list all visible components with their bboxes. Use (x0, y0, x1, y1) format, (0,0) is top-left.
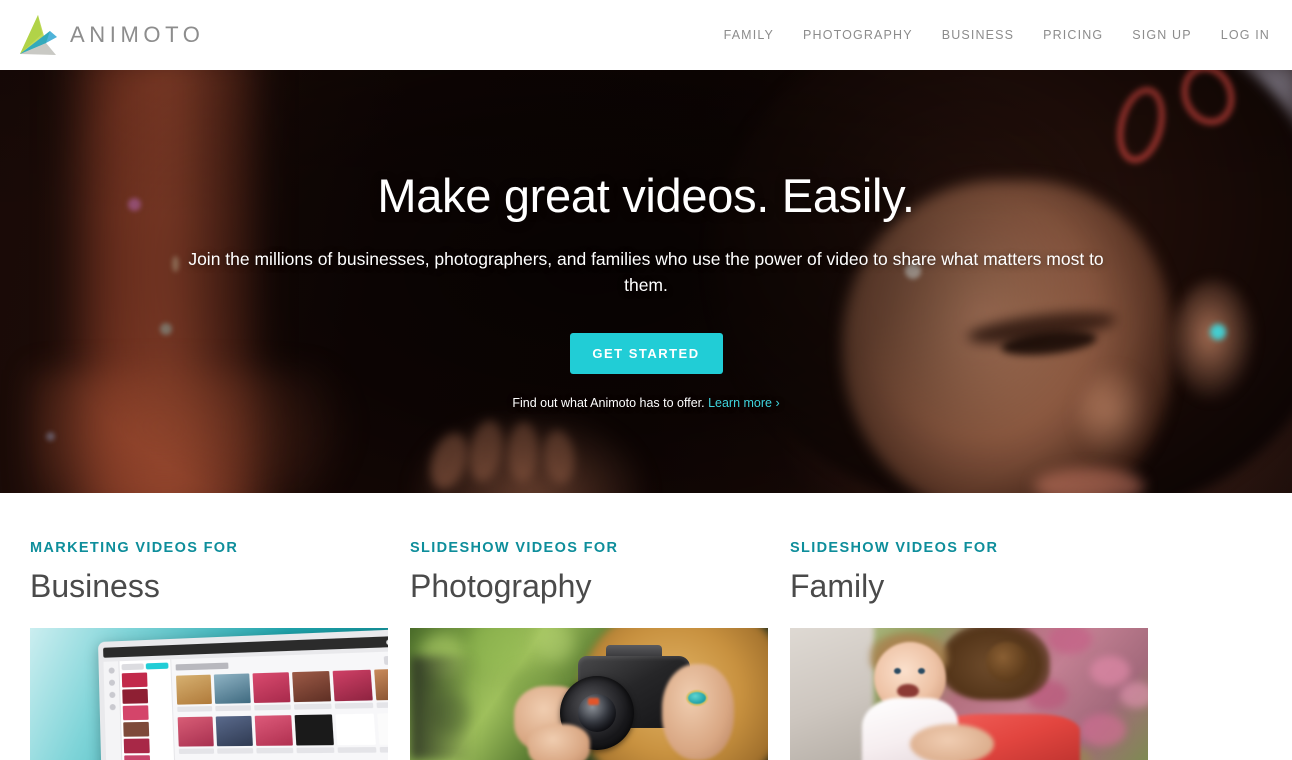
card-family-title: Family (790, 567, 885, 604)
learn-more-link[interactable]: Learn more › (708, 396, 780, 410)
hero-subtitle: Join the millions of businesses, photogr… (188, 248, 1104, 295)
hero-note-text: Find out what Animoto has to offer. (512, 396, 705, 411)
hero-title: Make great videos. Easily. (377, 169, 915, 222)
card-business-image[interactable] (30, 628, 388, 760)
nav-item-pricing[interactable]: PRICING (1043, 28, 1103, 42)
get-started-button[interactable]: GET STARTED (569, 333, 723, 375)
primary-navigation: FAMILY PHOTOGRAPHY BUSINESS PRICING SIGN… (724, 28, 1270, 42)
category-cards-section: MARKETING VIDEOS FOR Business SLIDESHOW … (0, 493, 1292, 760)
card-family-image[interactable] (790, 628, 1148, 760)
card-photography-eyebrow: SLIDESHOW VIDEOS FOR (410, 540, 619, 556)
card-business: MARKETING VIDEOS FOR Business (30, 493, 388, 760)
brand-name: ANIMOTO (70, 22, 205, 47)
hero-section: Make great videos. Easily. Join the mill… (0, 70, 1292, 493)
card-family: SLIDESHOW VIDEOS FOR Family (790, 493, 1148, 760)
brand-logo-link[interactable]: ANIMOTO (16, 14, 204, 56)
site-header: ANIMOTO FAMILY PHOTOGRAPHY BUSINESS PRIC… (0, 0, 1292, 70)
animoto-triangle-logo-icon (16, 14, 60, 56)
nav-item-log-in[interactable]: LOG IN (1221, 28, 1270, 42)
nav-item-family[interactable]: FAMILY (724, 28, 774, 42)
hero-content: Make great videos. Easily. Join the mill… (0, 70, 1292, 493)
family-artwork (790, 628, 1148, 760)
card-business-title: Business (30, 567, 160, 604)
card-photography-image[interactable] (410, 628, 768, 760)
photography-artwork (410, 628, 768, 760)
card-photography: SLIDESHOW VIDEOS FOR Photography (410, 493, 768, 760)
nav-item-business[interactable]: BUSINESS (942, 28, 1014, 42)
nav-item-photography[interactable]: PHOTOGRAPHY (803, 28, 913, 42)
card-family-eyebrow: SLIDESHOW VIDEOS FOR (790, 540, 999, 556)
card-photography-title: Photography (410, 567, 592, 604)
business-artwork (30, 628, 388, 760)
card-business-eyebrow: MARKETING VIDEOS FOR (30, 540, 239, 556)
hero-note: Find out what Animoto has to offer. Lear… (512, 396, 779, 410)
nav-item-sign-up[interactable]: SIGN UP (1132, 28, 1191, 42)
